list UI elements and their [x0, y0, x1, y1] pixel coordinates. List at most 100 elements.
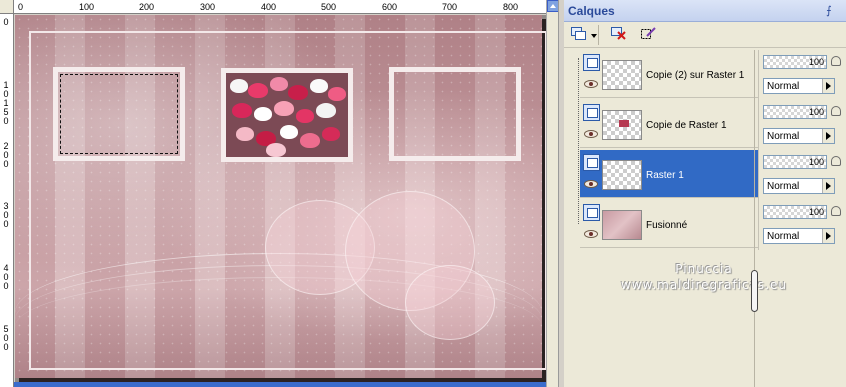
edit-selection-button[interactable]: [638, 25, 660, 45]
raster-layer-icon: [583, 204, 600, 221]
candy-heart: [236, 127, 254, 141]
layer-thumbnail: [602, 210, 642, 240]
eye-icon[interactable]: [584, 80, 598, 88]
chevron-right-icon[interactable]: [822, 229, 834, 243]
panel-titlebar: Calques ⨍: [564, 0, 846, 22]
ruler-label-y: 0: [3, 17, 9, 27]
ruler-label-x: 500: [321, 2, 337, 12]
ruler-label-x: 300: [200, 2, 216, 12]
lock-icon[interactable]: [831, 56, 841, 66]
layer-name: Copie de Raster 1: [646, 120, 727, 131]
thumbnail-content: [619, 120, 629, 127]
candy-heart: [288, 85, 308, 100]
layer-row[interactable]: Fusionné: [580, 200, 758, 248]
watermark-url: www.maldiregraficas.eu: [620, 278, 787, 292]
layer-list: Copie (2) sur Raster 1 Copie de Raster 1…: [570, 50, 758, 250]
eye-icon[interactable]: [584, 230, 598, 238]
layer-row[interactable]: Copie de Raster 1: [580, 100, 758, 148]
ruler-label-y: 0: [3, 116, 9, 126]
watermark: Pinuccia www.maldiregraficas.eu: [604, 262, 804, 292]
layer-row[interactable]: Copie (2) sur Raster 1: [580, 50, 758, 98]
candy-heart: [316, 103, 336, 118]
image-canvas[interactable]: [15, 15, 546, 382]
delete-layer-icon: [611, 27, 626, 40]
layer-thumbnail: [602, 160, 642, 190]
blend-mode-select[interactable]: Normal: [763, 178, 835, 194]
ruler-label-x: 600: [382, 2, 398, 12]
pin-icon[interactable]: ⨍: [826, 4, 832, 17]
opacity-slider[interactable]: 100: [763, 55, 827, 69]
layer-name: Copie (2) sur Raster 1: [646, 70, 745, 81]
watermark-name: Pinuccia: [675, 262, 733, 276]
raster-layer-icon: [583, 54, 600, 71]
candy-heart: [254, 107, 272, 121]
selection-marquee[interactable]: [60, 74, 178, 154]
layers-toolbar: [564, 22, 846, 48]
candy-heart: [248, 83, 268, 98]
chevron-right-icon[interactable]: [822, 179, 834, 193]
blend-mode-value: Normal: [767, 81, 800, 92]
raster-layer-icon: [583, 154, 600, 171]
vertical-ruler: 0 1 0 1 5 0 2 0 0 3 0 0 4 0 0 5 0 0: [0, 14, 14, 387]
candy-heart: [310, 79, 328, 93]
candy-heart: [232, 103, 252, 118]
resize-handle[interactable]: [751, 270, 758, 312]
delete-layer-button[interactable]: [608, 25, 630, 45]
status-strip: [14, 382, 546, 387]
layer-row-selected[interactable]: Raster 1: [580, 150, 758, 198]
layer-props-row: 100 Normal: [763, 150, 846, 198]
toolbar-separator: [598, 25, 599, 45]
raster-layer-icon: [583, 104, 600, 121]
candy-heart: [296, 109, 314, 123]
eye-icon[interactable]: [584, 180, 598, 188]
up-arrow-icon: [550, 4, 556, 8]
lock-icon[interactable]: [831, 156, 841, 166]
candy-heart: [266, 143, 286, 157]
new-layer-icon: [571, 27, 586, 40]
layer-props-row: 100 Normal: [763, 100, 846, 148]
layer-props-row: 100 Normal: [763, 200, 846, 248]
chevron-right-icon[interactable]: [822, 79, 834, 93]
composition-image: [15, 15, 546, 378]
blend-mode-select[interactable]: Normal: [763, 228, 835, 244]
photo-frame-center: [221, 68, 353, 162]
new-layer-button[interactable]: [568, 25, 590, 45]
chevron-right-icon[interactable]: [822, 129, 834, 143]
blend-mode-value: Normal: [767, 181, 800, 192]
opacity-slider[interactable]: 100: [763, 155, 827, 169]
vertical-scrollbar[interactable]: [546, 0, 559, 387]
opacity-value: 100: [808, 207, 824, 217]
panel-title: Calques: [568, 4, 615, 18]
ruler-corner: [0, 0, 14, 14]
opacity-slider[interactable]: 100: [763, 105, 827, 119]
layer-thumbnail: [602, 110, 642, 140]
candy-heart: [280, 125, 298, 139]
ruler-label-x: 0: [18, 2, 24, 12]
ruler-label-x: 700: [442, 2, 458, 12]
ruler-label-y: 0: [3, 342, 9, 352]
layer-properties: 100 Normal 100 Normal 100 Normal 100 Nor…: [758, 50, 846, 250]
opacity-value: 100: [808, 107, 824, 117]
blend-mode-select[interactable]: Normal: [763, 78, 835, 94]
candy-heart: [270, 77, 288, 91]
ruler-label-y: 0: [3, 281, 9, 291]
opacity-slider[interactable]: 100: [763, 205, 827, 219]
ruler-label-y: 0: [3, 159, 9, 169]
layer-thumbnail: [602, 60, 642, 90]
ruler-label-x: 200: [139, 2, 155, 12]
blend-mode-value: Normal: [767, 231, 800, 242]
candy-heart: [274, 101, 294, 116]
horizontal-ruler: 0 100 200 300 400 500 600 700 800: [14, 0, 546, 14]
tree-connector: [578, 58, 579, 224]
ruler-label-x: 800: [503, 2, 519, 12]
brush-icon: [641, 27, 656, 39]
layer-name: Raster 1: [646, 170, 684, 181]
chevron-down-icon[interactable]: [591, 34, 597, 38]
blend-mode-select[interactable]: Normal: [763, 128, 835, 144]
opacity-value: 100: [808, 157, 824, 167]
eye-icon[interactable]: [584, 130, 598, 138]
ruler-label-y: 0: [3, 219, 9, 229]
lock-icon[interactable]: [831, 206, 841, 216]
column-divider[interactable]: [754, 50, 755, 387]
lock-icon[interactable]: [831, 106, 841, 116]
